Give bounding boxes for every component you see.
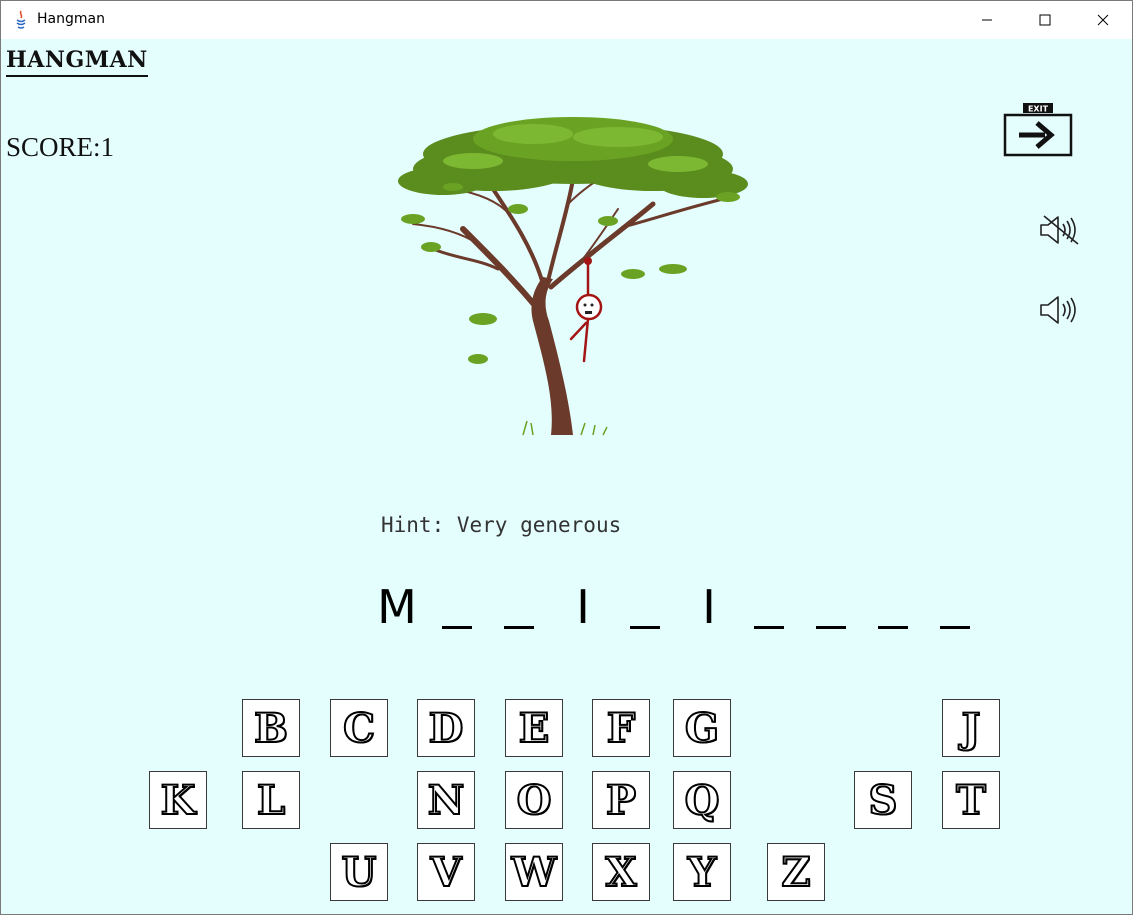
- word-slot: [813, 577, 853, 637]
- sound-button[interactable]: [1038, 292, 1084, 328]
- minimize-button[interactable]: [958, 1, 1016, 39]
- word-slot: I: [702, 580, 716, 634]
- letter-key-o[interactable]: O: [505, 771, 563, 829]
- word-slot: M: [377, 580, 417, 634]
- letter-key-z[interactable]: Z: [767, 843, 825, 901]
- letter-key-s[interactable]: S: [854, 771, 912, 829]
- score-label: SCORE:: [6, 132, 101, 162]
- letter-key-g[interactable]: G: [673, 699, 731, 757]
- maximize-button[interactable]: [1016, 1, 1074, 39]
- letter-key-t[interactable]: T: [942, 771, 1000, 829]
- blank-underscore: [940, 626, 970, 629]
- window-title: Hangman: [37, 11, 105, 27]
- letter-key-l[interactable]: L: [242, 771, 300, 829]
- word-slot: [937, 577, 977, 637]
- hint-text: Hint: Very generous: [381, 513, 621, 537]
- game-title: HANGMAN: [6, 47, 148, 77]
- letter-key-c[interactable]: C: [330, 699, 388, 757]
- hint-value: Very generous: [456, 513, 622, 537]
- score-value: 1: [100, 132, 115, 162]
- word-slot: [501, 577, 541, 637]
- maximize-icon: [1039, 14, 1051, 26]
- letter-key-e[interactable]: E: [505, 699, 563, 757]
- exit-arrow-icon: [1019, 121, 1055, 149]
- score-display: SCORE:1: [6, 132, 114, 163]
- speaker-muted-icon: [1040, 215, 1079, 245]
- letter-key-d[interactable]: D: [417, 699, 475, 757]
- blank-underscore: [630, 626, 660, 629]
- close-button[interactable]: [1074, 1, 1132, 39]
- letter-key-q[interactable]: Q: [673, 771, 731, 829]
- svg-text:EXIT: EXIT: [1028, 105, 1049, 114]
- exit-button[interactable]: EXIT: [1003, 101, 1075, 159]
- word-slot: [627, 577, 667, 637]
- hangman-tree-image: [398, 117, 748, 436]
- letter-key-n[interactable]: N: [417, 771, 475, 829]
- minimize-icon: [982, 19, 992, 21]
- blank-underscore: [442, 626, 472, 629]
- letter-key-k[interactable]: K: [149, 771, 207, 829]
- letter-key-p[interactable]: P: [592, 771, 650, 829]
- game-area: HANGMAN SCORE:1 EXIT Hint: Very generous…: [1, 39, 1132, 914]
- speaker-on-icon: [1040, 296, 1076, 324]
- close-icon: [1097, 14, 1109, 26]
- word-slot: [439, 577, 479, 637]
- blank-underscore: [816, 626, 846, 629]
- letter-key-v[interactable]: V: [417, 843, 475, 901]
- blank-underscore: [754, 626, 784, 629]
- hint-label: Hint:: [381, 513, 445, 537]
- letter-key-y[interactable]: Y: [673, 843, 731, 901]
- word-slot: [751, 577, 791, 637]
- letter-key-w[interactable]: W: [505, 843, 563, 901]
- mute-button[interactable]: [1038, 212, 1084, 248]
- app-window: Hangman HANGMAN SCORE:1 EXIT Hint: Very …: [0, 0, 1133, 915]
- word-slot: I: [576, 580, 590, 634]
- word-slot: [875, 577, 915, 637]
- letter-key-x[interactable]: X: [592, 843, 650, 901]
- letter-key-u[interactable]: U: [330, 843, 388, 901]
- blank-underscore: [504, 626, 534, 629]
- title-bar[interactable]: Hangman: [1, 1, 1132, 39]
- letter-key-j[interactable]: J: [942, 699, 1000, 757]
- blank-underscore: [878, 626, 908, 629]
- letter-key-f[interactable]: F: [592, 699, 650, 757]
- java-app-icon: [16, 10, 26, 29]
- letter-key-b[interactable]: B: [242, 699, 300, 757]
